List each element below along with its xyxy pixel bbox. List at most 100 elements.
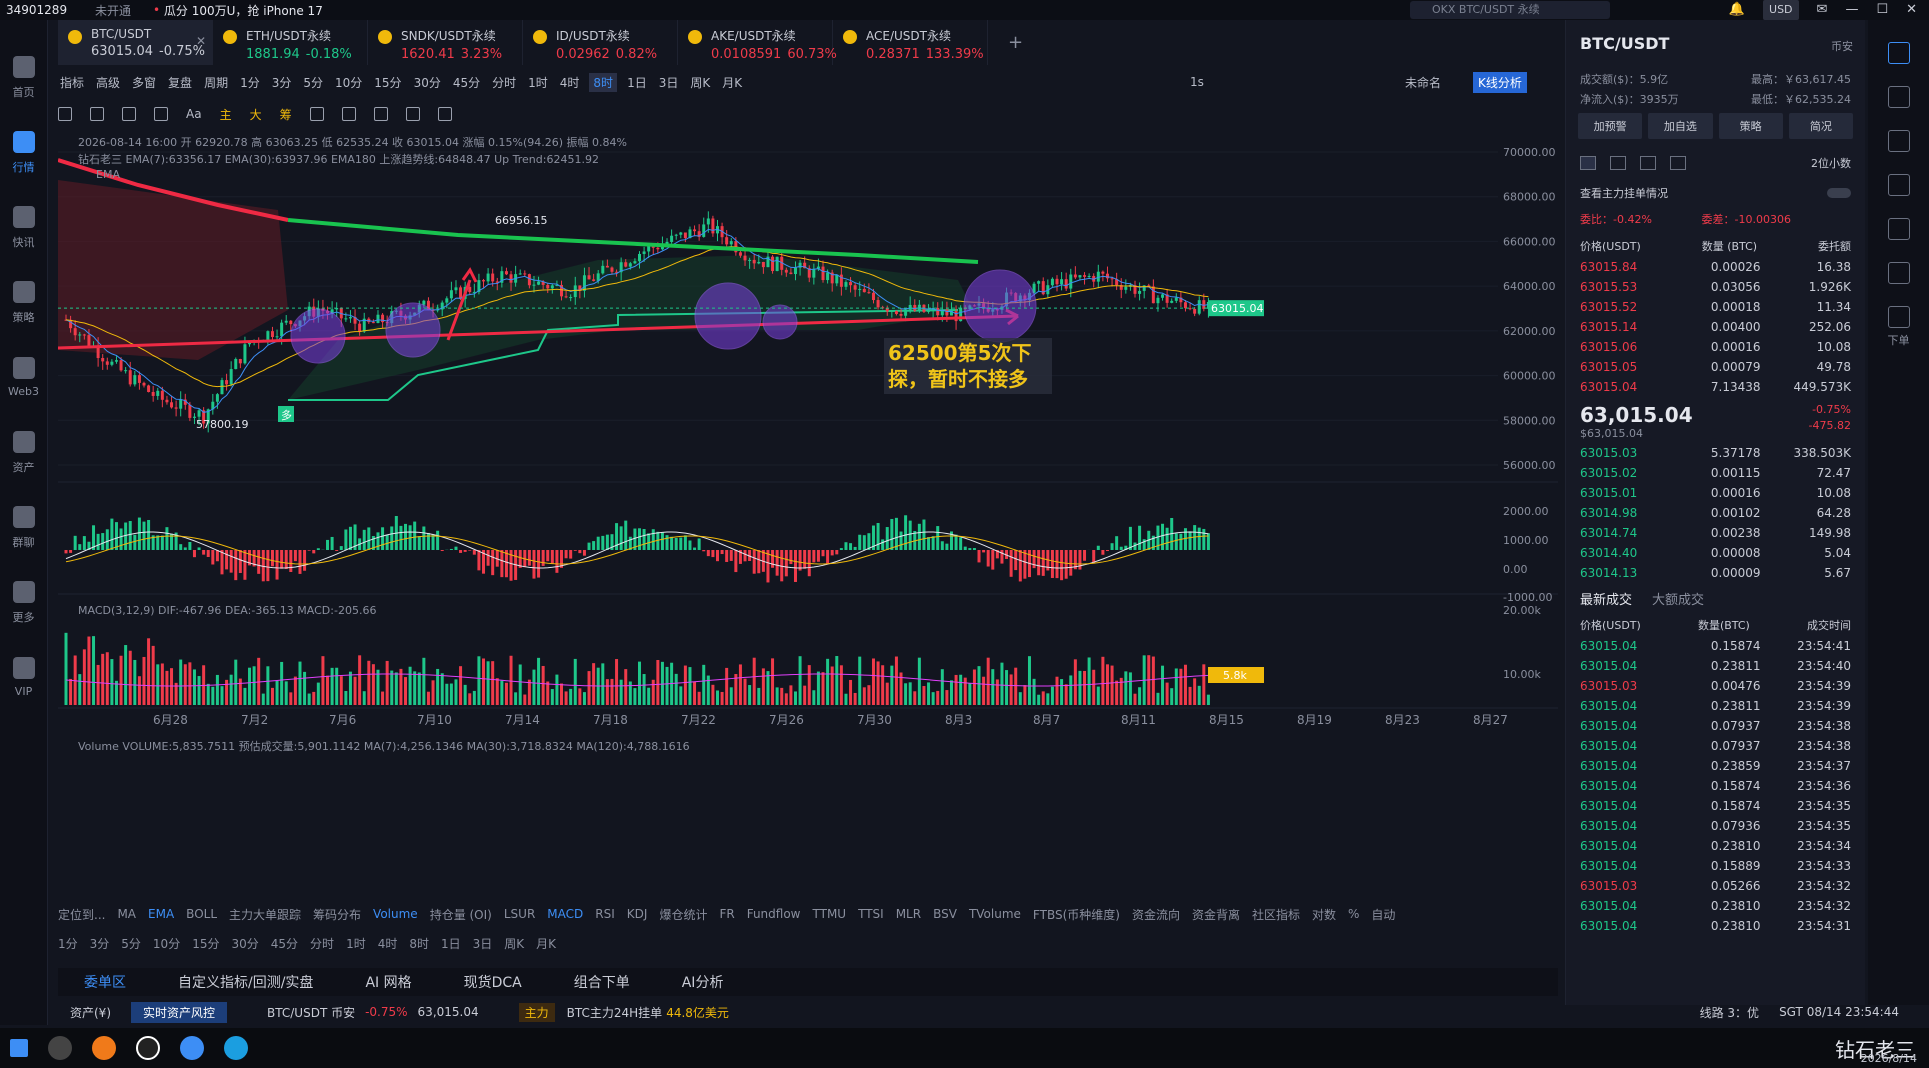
whale-news[interactable]: BTC主力24H挂单 <box>567 1004 663 1021</box>
period-item[interactable]: 3分 <box>90 935 110 952</box>
text-tool-icon[interactable]: Aa <box>186 107 202 121</box>
indicator-item[interactable]: 定位到... <box>58 906 105 923</box>
candlestick-chart[interactable]: 70000.00 68000.00 66000.00 64000.00 62000.00… <box>58 130 1558 875</box>
orderbook-bids-icon[interactable] <box>1670 156 1686 170</box>
exchange-tag[interactable]: 币安 <box>1831 38 1853 54</box>
period-item[interactable]: 8时 <box>409 935 429 952</box>
app-icon[interactable] <box>180 1036 204 1060</box>
orderbook-list-icon[interactable] <box>1610 156 1626 170</box>
toolbar-item[interactable]: 1时 <box>526 74 550 91</box>
toolbar-item[interactable]: 分时 <box>490 74 518 91</box>
orderbook-row[interactable]: 63015.14 0.00400 252.06 <box>1566 317 1865 337</box>
orderbook-panel-icon[interactable] <box>1887 42 1910 64</box>
indicator-item[interactable]: RSI <box>595 907 615 921</box>
toolbar-item[interactable]: 15分 <box>372 74 403 91</box>
mail-icon[interactable]: ✉ <box>1817 0 1828 20</box>
indicator-item[interactable]: 爆仓统计 <box>659 906 707 923</box>
toolbar-item[interactable]: 复盘 <box>166 74 194 91</box>
orderbook-asks-icon[interactable] <box>1640 156 1656 170</box>
bottom-tab[interactable]: AI分析 <box>656 972 750 992</box>
symbol-tab[interactable]: BTC/USDT 63015.04 -0.75% ✕ <box>58 20 213 65</box>
period-item[interactable]: 月K <box>536 935 556 952</box>
indicator-item[interactable]: MACD <box>547 907 583 921</box>
line-icon[interactable] <box>122 107 136 121</box>
ob-header-amount[interactable]: 委托额 <box>1818 238 1851 254</box>
account-status[interactable]: 未开通 <box>95 2 131 19</box>
toolbar-item[interactable]: 1分 <box>238 74 262 91</box>
period-item[interactable]: 5分 <box>121 935 141 952</box>
nav-item-6[interactable]: 群聊 <box>0 490 48 565</box>
indicator-item[interactable]: Fundflow <box>747 907 801 921</box>
measure-icon[interactable] <box>309 107 324 121</box>
indicator-item[interactable]: 社区指标 <box>1252 906 1300 923</box>
period-item[interactable]: 周K <box>504 935 524 952</box>
symbol-tab[interactable]: AKE/USDT永续 0.0108591 60.73% <box>678 20 837 65</box>
orderbook-row[interactable]: 63015.05 0.00079 49.78 <box>1566 357 1865 377</box>
main-button[interactable]: 主 <box>220 106 232 123</box>
overview-button[interactable]: 简况 <box>1788 113 1853 139</box>
symbol-tab[interactable]: SNDK/USDT永续 1620.41 3.23% <box>368 20 523 65</box>
global-search-input[interactable]: OKX BTC/USDT 永续 <box>1410 1 1610 19</box>
bottom-tab[interactable]: 现货DCA <box>438 972 548 992</box>
nav-item-5[interactable]: 资产 <box>0 415 48 490</box>
monitor-icon[interactable] <box>1887 218 1910 240</box>
orderbook-row[interactable]: 63015.52 0.00018 11.34 <box>1566 297 1865 317</box>
indicator-item[interactable]: TTMU <box>813 907 847 921</box>
period-item[interactable]: 45分 <box>271 935 298 952</box>
toolbar-item[interactable]: 3日 <box>657 74 681 91</box>
orderbook-row[interactable]: 63015.02 0.00115 72.47 <box>1566 463 1865 483</box>
symbol-tab[interactable]: ACE/USDT永续 0.28371 133.39% <box>833 20 988 65</box>
bottom-tab[interactable]: 组合下单 <box>548 972 656 992</box>
period-item[interactable]: 4时 <box>378 935 398 952</box>
firefox-icon[interactable] <box>92 1036 116 1060</box>
bottom-tab[interactable]: 委单区 <box>58 972 152 992</box>
period-item[interactable]: 30分 <box>231 935 258 952</box>
toolbar-item[interactable]: 多窗 <box>130 74 158 91</box>
toolbar-item[interactable]: 1日 <box>625 74 649 91</box>
indicator-item[interactable]: 主力大单跟踪 <box>229 906 301 923</box>
nav-item-0[interactable]: 首页 <box>0 40 48 115</box>
qq-icon[interactable] <box>136 1036 160 1060</box>
indicator-item[interactable]: EMA <box>148 907 174 921</box>
orderbook-row[interactable]: 63015.04 7.13438 449.573K <box>1566 377 1865 397</box>
toolbar-item[interactable]: 10分 <box>333 74 364 91</box>
bottom-tab[interactable]: 自定义指标/回测/实盘 <box>152 972 339 992</box>
big-button[interactable]: 大 <box>250 106 262 123</box>
nav-item-8[interactable]: VIP <box>0 640 48 715</box>
orderbook-row[interactable]: 63014.98 0.00102 64.28 <box>1566 503 1865 523</box>
windows-start-icon[interactable] <box>10 1039 28 1057</box>
nav-item-1[interactable]: 行情 <box>0 115 48 190</box>
seconds-button[interactable]: 1s <box>1188 75 1206 89</box>
orderbook-row[interactable]: 63014.74 0.00238 149.98 <box>1566 523 1865 543</box>
indicator-item[interactable]: 对数 <box>1312 906 1336 923</box>
toolbar-item[interactable]: 3分 <box>270 74 294 91</box>
minimize-icon[interactable]: — <box>1845 0 1858 20</box>
indicator-item[interactable]: LSUR <box>504 907 535 921</box>
orderbook-both-icon[interactable] <box>1580 156 1596 170</box>
latest-trades-tab[interactable]: 最新成交 <box>1580 589 1632 608</box>
toolbar-item[interactable]: 周期 <box>202 74 230 91</box>
indicator-item[interactable]: % <box>1348 907 1359 921</box>
eye-icon[interactable] <box>405 107 420 121</box>
indicator-item[interactable]: FTBS(币种维度) <box>1033 906 1120 923</box>
toolbar-item[interactable]: 5分 <box>301 74 325 91</box>
order-icon[interactable] <box>1887 306 1910 328</box>
toolbar-item[interactable]: 指标 <box>58 74 86 91</box>
toolbar-item[interactable]: 月K <box>720 74 744 91</box>
risk-button[interactable]: 实时资产风控 <box>131 1001 228 1023</box>
orderbook-row[interactable]: 63014.13 0.00009 5.67 <box>1566 563 1865 583</box>
orderbook-row[interactable]: 63015.84 0.00026 16.38 <box>1566 257 1865 277</box>
notes-icon[interactable] <box>1887 86 1910 108</box>
pen-icon[interactable] <box>341 107 356 121</box>
indicator-item[interactable]: 自动 <box>1371 906 1395 923</box>
indicator-item[interactable]: BOLL <box>186 907 217 921</box>
orderbook-row[interactable]: 63015.01 0.00016 10.08 <box>1566 483 1865 503</box>
indicator-item[interactable]: Volume <box>373 907 418 921</box>
large-trades-tab[interactable]: 大额成交 <box>1652 589 1704 608</box>
ticker-pair[interactable]: BTC/USDT 币安 <box>267 1004 355 1021</box>
bell-icon[interactable]: 🔔 <box>1729 0 1745 20</box>
period-item[interactable]: 15分 <box>192 935 219 952</box>
bottom-tab[interactable]: AI 网格 <box>339 972 437 992</box>
period-item[interactable]: 分时 <box>310 935 334 952</box>
edge-icon[interactable] <box>224 1036 248 1060</box>
